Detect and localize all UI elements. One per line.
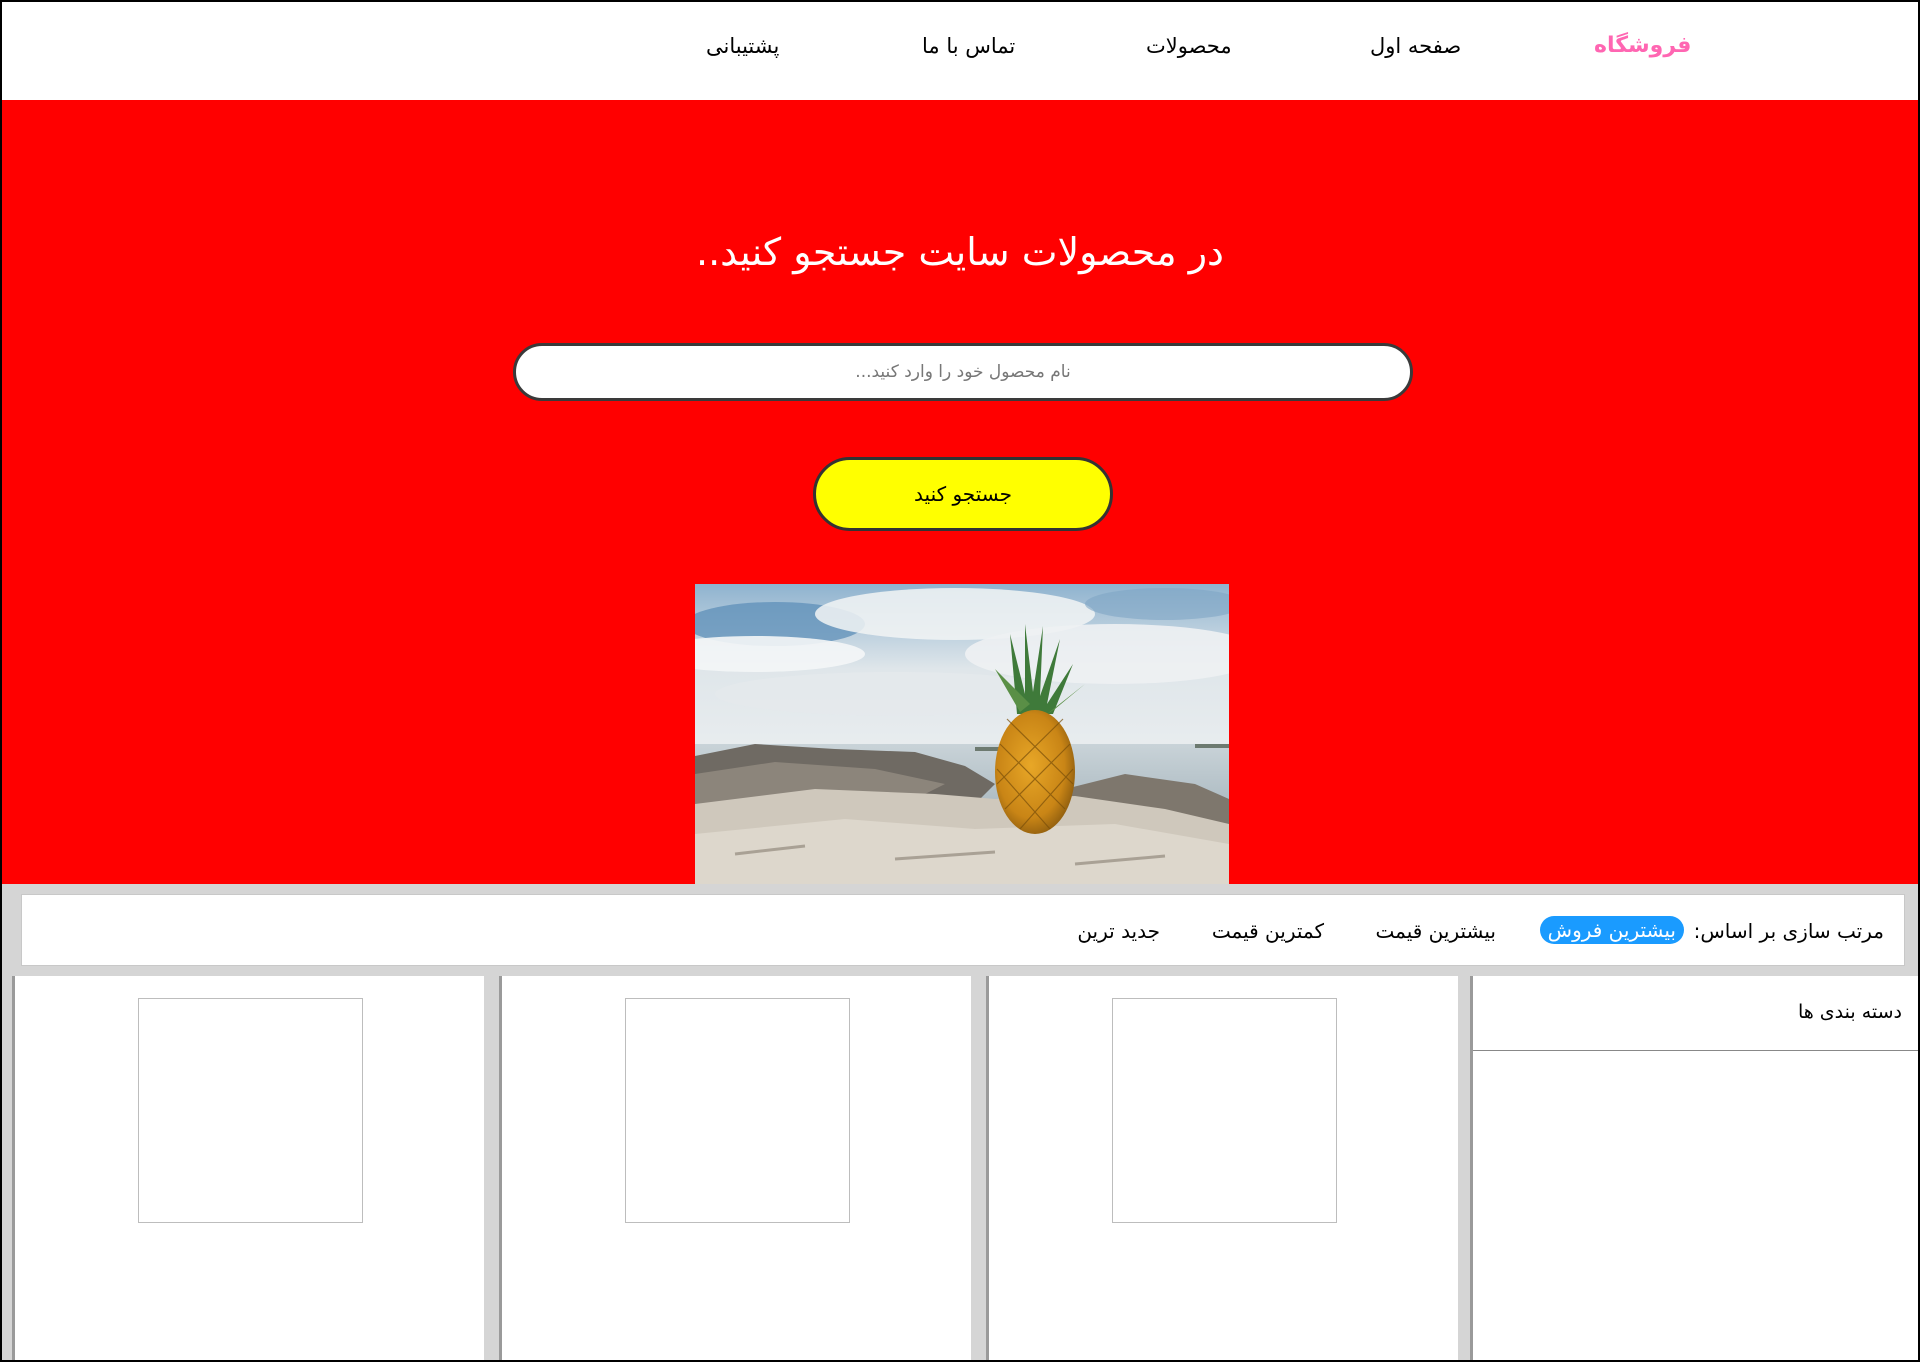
search-button[interactable]: جستجو کنید [813, 457, 1113, 531]
sort-section: مرتب سازی بر اساس: بیشترین فروش بیشترین … [2, 884, 1918, 976]
hero-pineapple-image [695, 584, 1229, 884]
product-card[interactable] [499, 976, 971, 1362]
categories-sidebar: دسته بندی ها [1470, 976, 1918, 1362]
nav-item-support[interactable]: پشتیبانی [706, 34, 779, 58]
categories-title: دسته بندی ها [1797, 1001, 1902, 1023]
product-card[interactable] [12, 976, 484, 1362]
product-thumbnail[interactable] [625, 998, 850, 1223]
sort-label: مرتب سازی بر اساس: [1693, 919, 1884, 943]
sort-option-lowest-price[interactable]: کمترین قیمت [1212, 919, 1324, 943]
sort-option-newest[interactable]: جدید ترین [1077, 919, 1160, 943]
nav-item-home[interactable]: صفحه اول [1370, 34, 1461, 58]
product-thumbnail[interactable] [1112, 998, 1337, 1223]
nav-item-contact[interactable]: تماس با ما [922, 34, 1015, 58]
hero-section: در محصولات سایت جستجو کنید.. جستجو کنید [2, 100, 1918, 884]
nav-item-products[interactable]: محصولات [1146, 34, 1232, 58]
product-grid: دسته بندی ها [2, 976, 1918, 1362]
categories-divider [1473, 1050, 1918, 1051]
sort-option-best-selling[interactable]: بیشترین فروش [1539, 916, 1684, 944]
product-card[interactable] [986, 976, 1458, 1362]
hero-title: در محصولات سایت جستجو کنید.. [696, 230, 1224, 274]
sort-bar: مرتب سازی بر اساس: بیشترین فروش بیشترین … [21, 894, 1905, 966]
sort-option-highest-price[interactable]: بیشترین قیمت [1376, 919, 1496, 943]
nav-brand-link[interactable]: فروشگاه [1594, 33, 1691, 58]
search-input[interactable] [513, 343, 1413, 401]
top-navbar: فروشگاه صفحه اول محصولات تماس با ما پشتی… [0, 0, 1920, 100]
product-thumbnail[interactable] [138, 998, 363, 1223]
